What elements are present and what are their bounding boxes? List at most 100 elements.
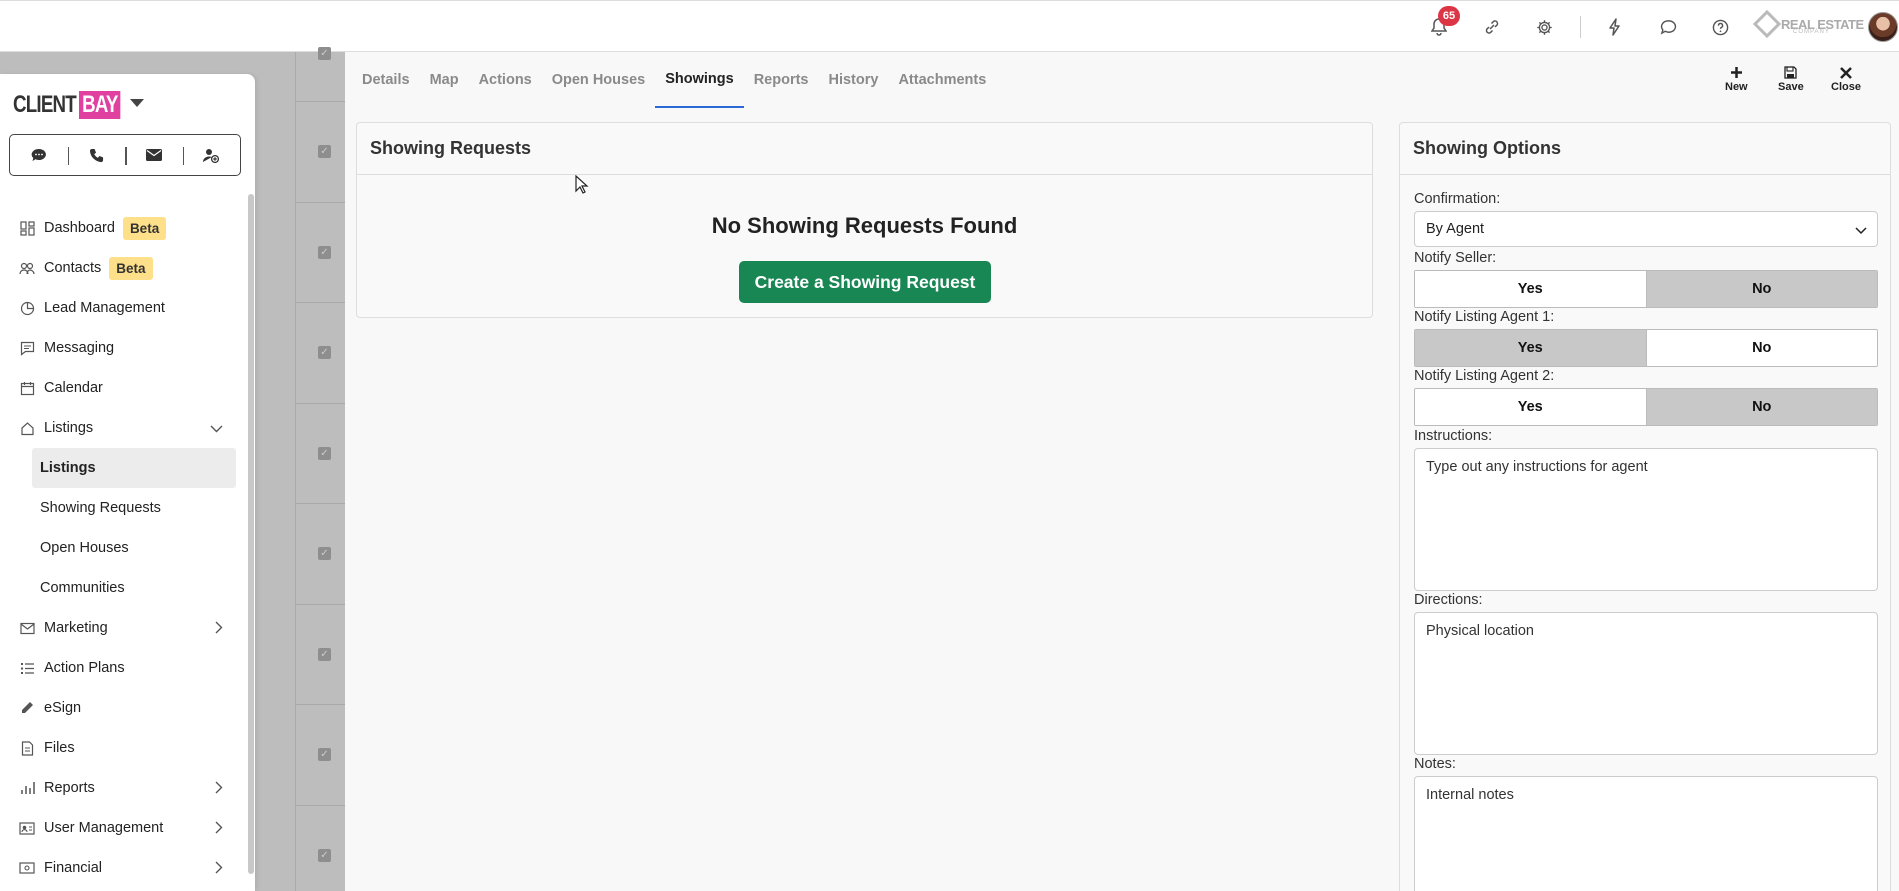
tab-reports[interactable]: Reports [744, 52, 819, 108]
beta-badge: Beta [109, 256, 153, 280]
notes-label: Notes: [1414, 756, 1456, 772]
help-icon[interactable] [1709, 16, 1731, 38]
instructions-field[interactable]: Type out any instructions for agent [1414, 448, 1878, 591]
notify-seller-toggle: Yes No [1414, 270, 1878, 308]
directions-field[interactable]: Physical location [1414, 612, 1878, 755]
close-button[interactable]: Close [1831, 64, 1861, 93]
sidebar-subitem-open-houses[interactable]: Open Houses [0, 528, 247, 568]
dashboard-icon [19, 220, 35, 236]
plus-icon [1730, 64, 1743, 81]
file-icon [19, 740, 35, 756]
instructions-label: Instructions: [1414, 428, 1493, 444]
sidebar-subitem-communities[interactable]: Communities [0, 568, 247, 608]
brand-logo: REAL ESTATE COMPANY [1752, 9, 1864, 39]
sidebar-subitem-listings[interactable]: Listings [32, 448, 236, 488]
notify-agent2-toggle: Yes No [1414, 388, 1878, 426]
confirmation-label: Confirmation: [1414, 191, 1501, 207]
beta-badge: Beta [122, 216, 167, 240]
tab-map[interactable]: Map [420, 52, 469, 108]
panel-title: Showing Requests [357, 123, 1372, 175]
sidebar-item-listings[interactable]: Listings [0, 408, 247, 448]
showing-options-panel: Showing Options Confirmation: By Agent N… [1399, 122, 1891, 891]
sidebar: CLIENT BAY Dashboard Beta Contacts Beta [0, 74, 255, 891]
mail-icon [19, 620, 35, 636]
notify-seller-label: Notify Seller: [1414, 250, 1497, 266]
tab-details[interactable]: Details [352, 52, 420, 108]
pen-icon [19, 700, 35, 716]
gear-icon[interactable] [1533, 16, 1555, 38]
add-contact-icon[interactable] [182, 135, 241, 175]
notify-agent2-yes[interactable]: Yes [1415, 389, 1646, 425]
empty-state-message: No Showing Requests Found [711, 213, 1018, 238]
id-card-icon [19, 820, 35, 836]
row-checkbox-column: ✓ ✓ ✓ ✓ ✓ ✓ ✓ ✓ ✓ [295, 47, 345, 891]
tab-open-houses[interactable]: Open Houses [542, 52, 655, 108]
row-checkbox[interactable]: ✓ [318, 346, 331, 359]
chevron-down-icon[interactable] [210, 421, 223, 437]
notify-agent1-no[interactable]: No [1645, 330, 1877, 366]
link-icon[interactable] [1481, 16, 1503, 38]
row-checkbox[interactable]: ✓ [318, 848, 331, 862]
phone-icon[interactable] [67, 135, 126, 175]
email-icon[interactable] [125, 135, 183, 175]
chevron-right-icon[interactable] [215, 821, 223, 838]
notify-seller-yes[interactable]: Yes [1415, 271, 1646, 307]
chevron-right-icon[interactable] [215, 861, 223, 878]
sidebar-item-messaging[interactable]: Messaging [0, 328, 247, 368]
chat-icon[interactable] [1657, 16, 1679, 38]
row-checkbox[interactable]: ✓ [318, 47, 331, 60]
tab-showings[interactable]: Showings [655, 52, 744, 108]
list-icon [19, 660, 35, 676]
contacts-icon [19, 260, 35, 276]
create-showing-request-button[interactable]: Create a Showing Request [739, 261, 991, 303]
bar-chart-icon [19, 780, 35, 796]
sidebar-item-contacts[interactable]: Contacts Beta [0, 248, 247, 288]
sidebar-item-files[interactable]: Files [0, 728, 247, 768]
house-icon [19, 420, 35, 436]
sidebar-item-marketing[interactable]: Marketing [0, 608, 247, 648]
close-icon [1840, 64, 1852, 81]
row-checkbox[interactable]: ✓ [318, 245, 331, 259]
sidebar-item-action-plans[interactable]: Action Plans [0, 648, 247, 688]
row-checkbox[interactable]: ✓ [318, 748, 331, 761]
save-icon [1784, 64, 1797, 81]
sidebar-item-financial[interactable]: Financial [0, 848, 247, 888]
tab-attachments[interactable]: Attachments [888, 52, 996, 108]
row-checkbox[interactable]: ✓ [318, 446, 331, 460]
row-checkbox[interactable]: ✓ [318, 145, 331, 158]
sidebar-scrollbar[interactable] [248, 194, 254, 874]
tab-actions[interactable]: Actions [469, 52, 542, 108]
client-bay-logo[interactable]: CLIENT BAY [13, 90, 132, 120]
notify-agent1-yes[interactable]: Yes [1415, 330, 1646, 366]
notes-field[interactable]: Internal notes [1414, 776, 1878, 891]
confirmation-select[interactable]: By Agent [1414, 211, 1878, 247]
tab-bar: Details Map Actions Open Houses Showings… [345, 52, 996, 108]
sidebar-item-calendar[interactable]: Calendar [0, 368, 247, 408]
sidebar-item-dashboard[interactable]: Dashboard Beta [0, 208, 247, 248]
sidebar-item-user-management[interactable]: User Management [0, 808, 247, 848]
tab-history[interactable]: History [818, 52, 888, 108]
chevron-right-icon[interactable] [215, 621, 223, 638]
money-icon [19, 860, 35, 876]
notify-agent2-no[interactable]: No [1645, 389, 1877, 425]
avatar[interactable] [1868, 12, 1898, 42]
toolbar-separator [1580, 16, 1581, 38]
row-checkbox[interactable]: ✓ [318, 547, 331, 560]
sidebar-nav: Dashboard Beta Contacts Beta Lead Manage… [0, 208, 247, 888]
save-button[interactable]: Save [1778, 64, 1804, 93]
sidebar-item-lead-management[interactable]: Lead Management [0, 288, 247, 328]
new-button[interactable]: New [1725, 64, 1748, 93]
diamond-icon [1752, 9, 1782, 39]
pie-chart-icon [19, 300, 35, 316]
notify-seller-no[interactable]: No [1645, 271, 1877, 307]
chevron-right-icon[interactable] [215, 781, 223, 798]
sidebar-subitem-showing-requests[interactable]: Showing Requests [0, 488, 247, 528]
caret-down-icon[interactable] [130, 99, 144, 107]
sidebar-item-reports[interactable]: Reports [0, 768, 247, 808]
chevron-down-icon [1855, 223, 1867, 239]
notify-agent1-label: Notify Listing Agent 1: [1414, 309, 1555, 325]
sidebar-item-esign[interactable]: eSign [0, 688, 247, 728]
lightning-icon[interactable] [1604, 16, 1626, 38]
row-checkbox[interactable]: ✓ [318, 647, 331, 661]
message-icon[interactable] [10, 135, 68, 175]
